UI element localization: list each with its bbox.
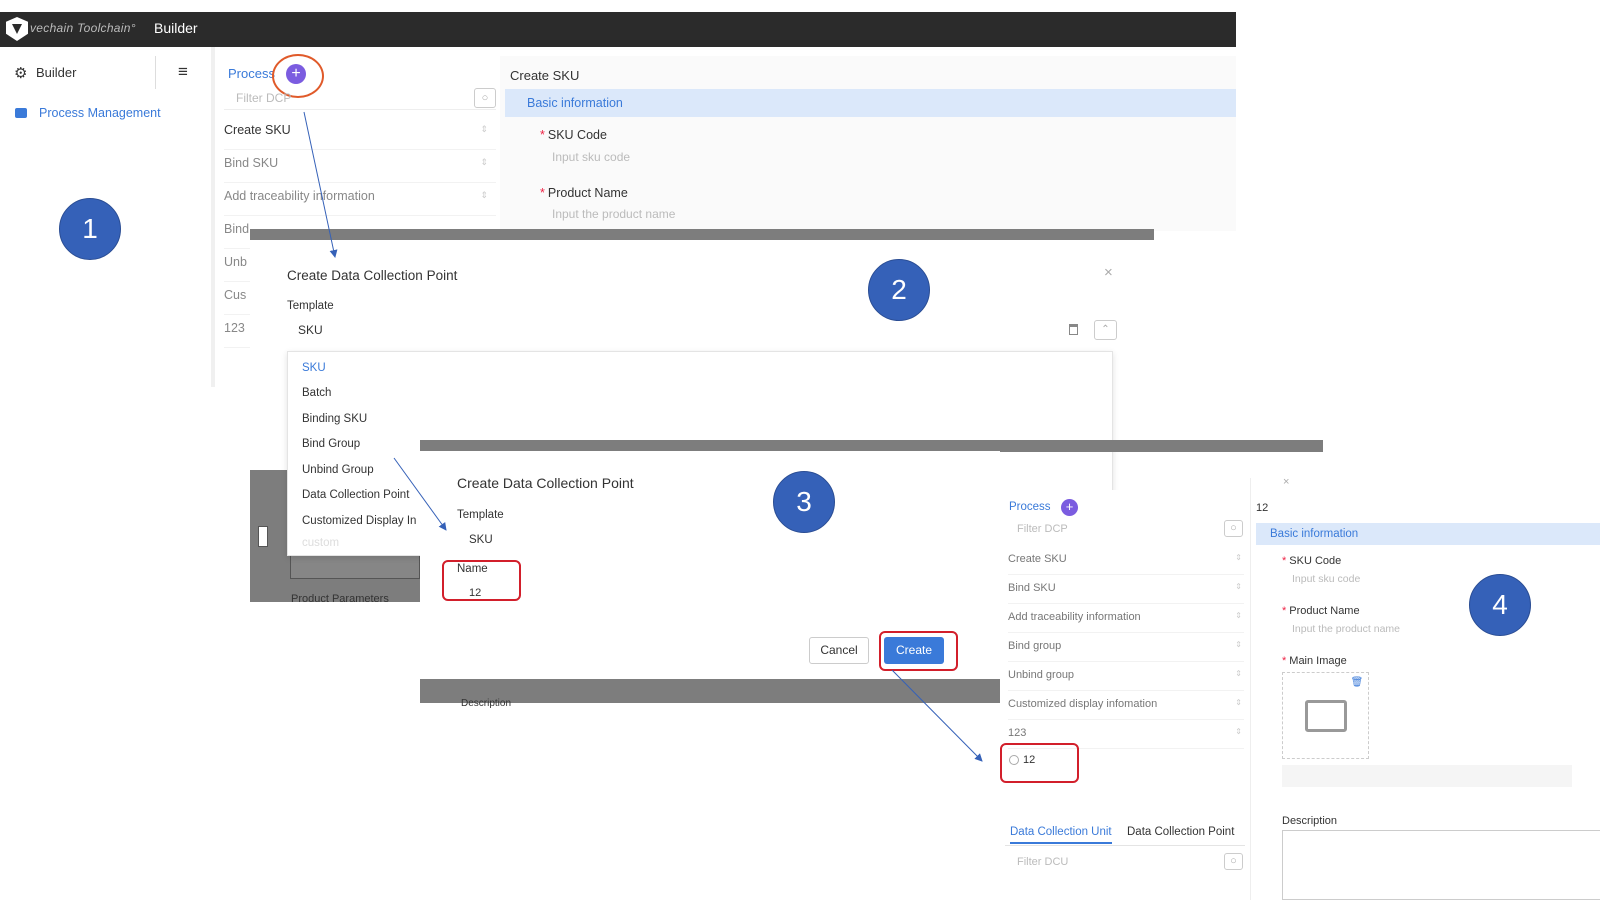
- arrow-1-to-2: [303, 111, 338, 258]
- arrow-3-to-4: [891, 669, 983, 762]
- arrow-2-to-3: [393, 457, 447, 531]
- flow-arrows: [303, 111, 983, 762]
